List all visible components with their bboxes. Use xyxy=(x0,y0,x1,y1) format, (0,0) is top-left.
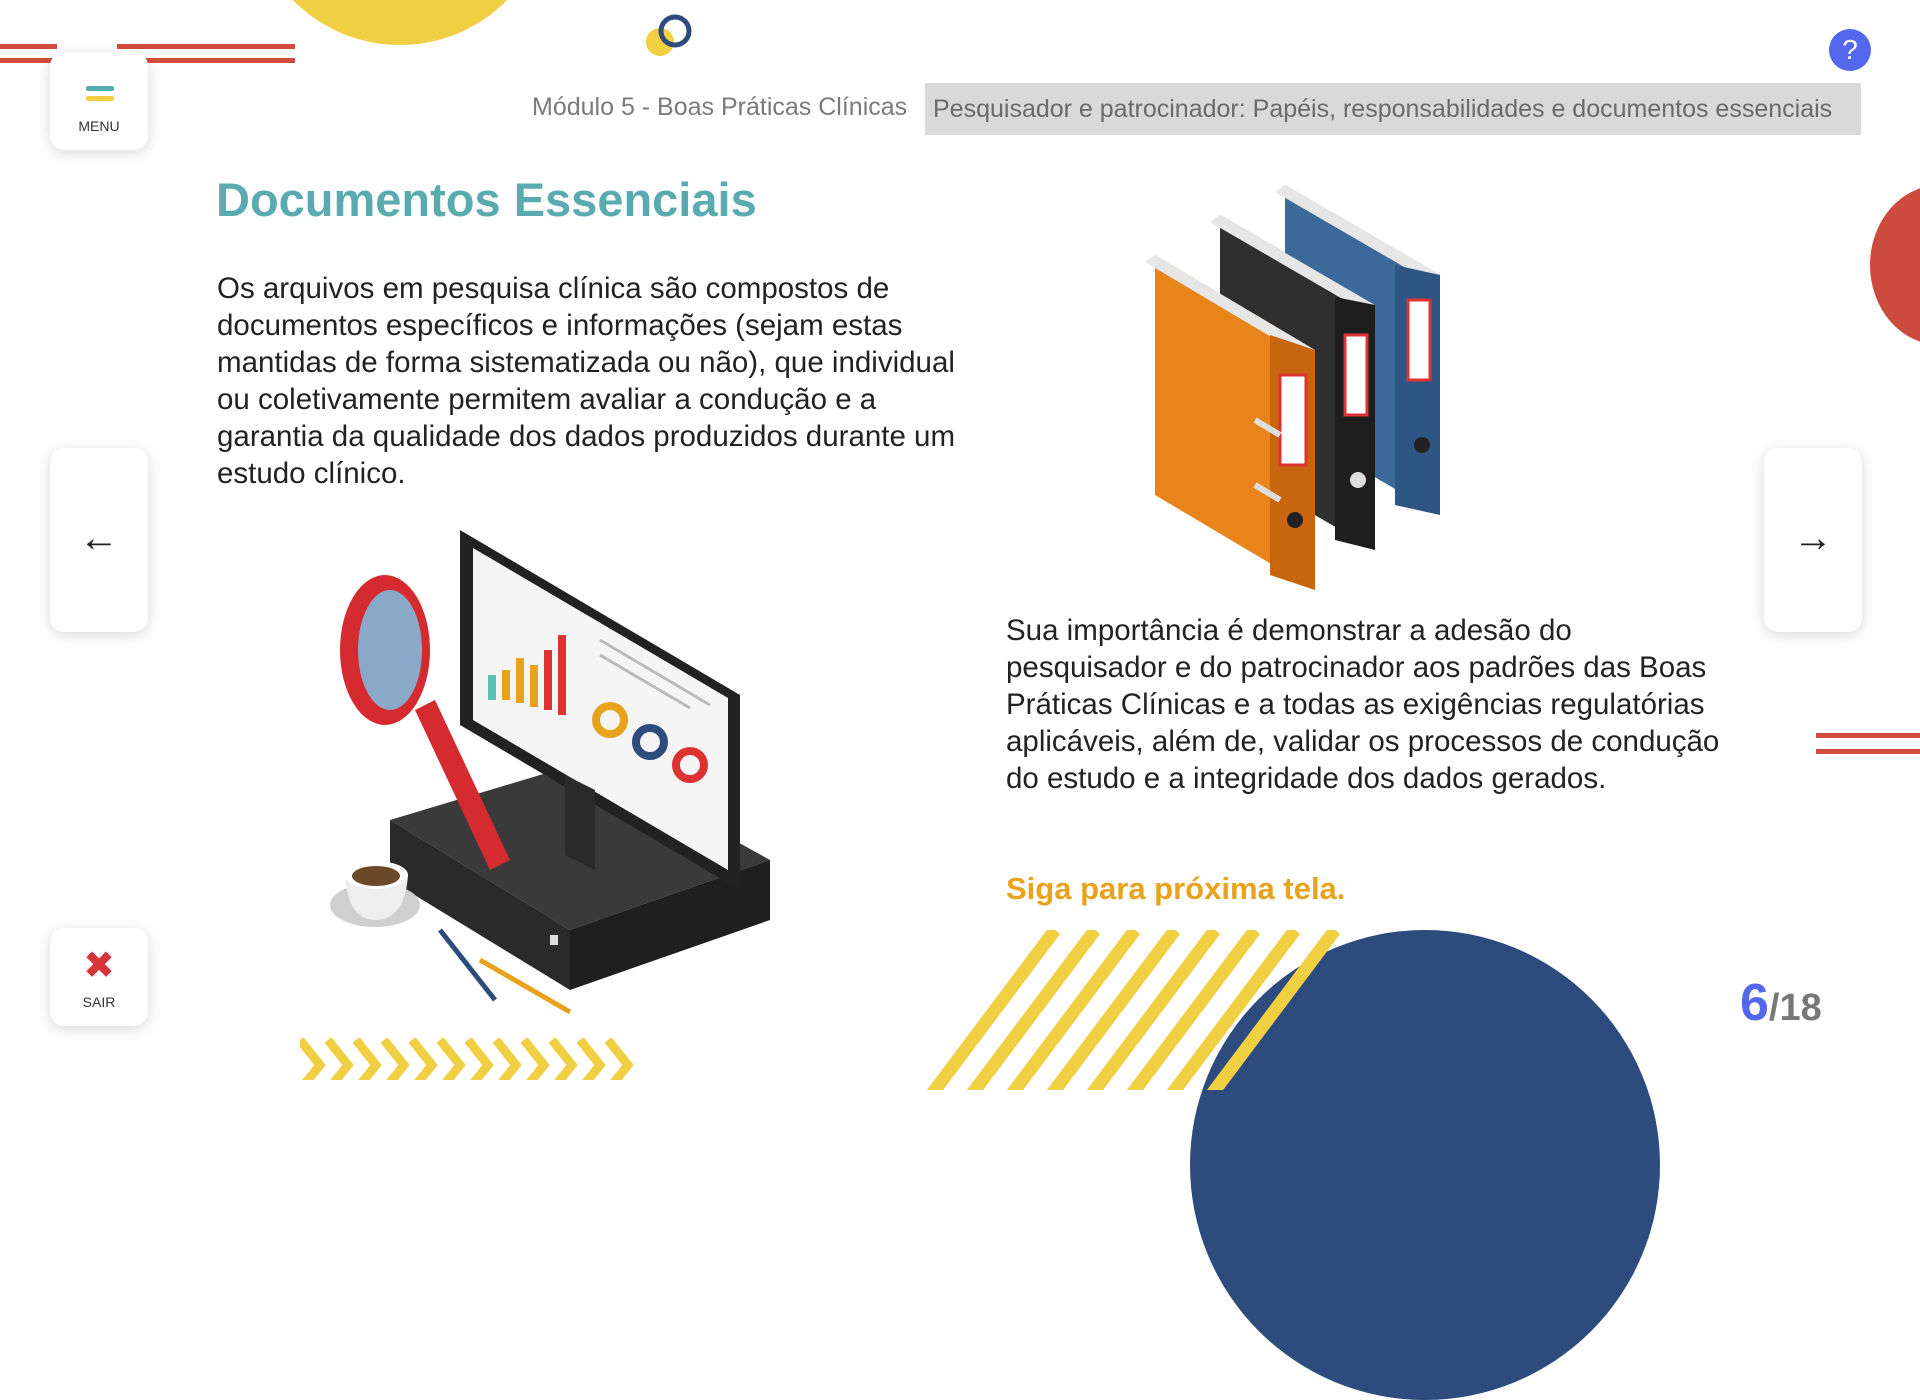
page-total: /18 xyxy=(1768,987,1822,1029)
arrow-left-icon: ← xyxy=(79,516,119,560)
paragraph-intro: Os arquivos em pesquisa clínica são comp… xyxy=(217,272,956,490)
exit-button[interactable]: ✖ SAIR xyxy=(50,928,148,1026)
topic-title: Pesquisador e patrocinador: Papéis, resp… xyxy=(925,83,1861,135)
decorative-yellow-stripes xyxy=(926,930,1341,1090)
page-current: 6 xyxy=(1740,974,1769,1032)
menu-label: MENU xyxy=(78,118,120,134)
paragraph-importance: Sua importância é demonstrar a adesão do… xyxy=(1006,614,1720,795)
decorative-red-circle xyxy=(1870,185,1920,345)
module-title: Módulo 5 - Boas Práticas Clínicas xyxy=(532,93,908,121)
next-button[interactable]: → xyxy=(1764,448,1862,632)
decorative-yellow-chevrons xyxy=(300,1037,634,1080)
computer-analysis-illustration xyxy=(330,530,770,1015)
page-title: Documentos Essenciais xyxy=(216,173,757,226)
close-icon: ✖ xyxy=(83,945,115,987)
prev-button[interactable]: ← xyxy=(50,448,148,632)
logo-icon xyxy=(646,14,692,56)
arrow-right-icon: → xyxy=(1793,516,1833,560)
hamburger-icon-bar xyxy=(86,96,114,101)
decorative-red-lines-right xyxy=(1816,733,1920,761)
decorative-yellow-semicircle xyxy=(250,0,550,45)
page-counter: 6/18 xyxy=(1740,973,1822,1033)
exit-label: SAIR xyxy=(82,994,116,1010)
binders-illustration xyxy=(1145,185,1440,590)
menu-button[interactable]: MENU xyxy=(50,52,148,150)
help-button[interactable]: ? xyxy=(1829,29,1871,71)
hamburger-icon xyxy=(86,86,114,91)
next-screen-prompt: Siga para próxima tela. xyxy=(1006,871,1346,906)
